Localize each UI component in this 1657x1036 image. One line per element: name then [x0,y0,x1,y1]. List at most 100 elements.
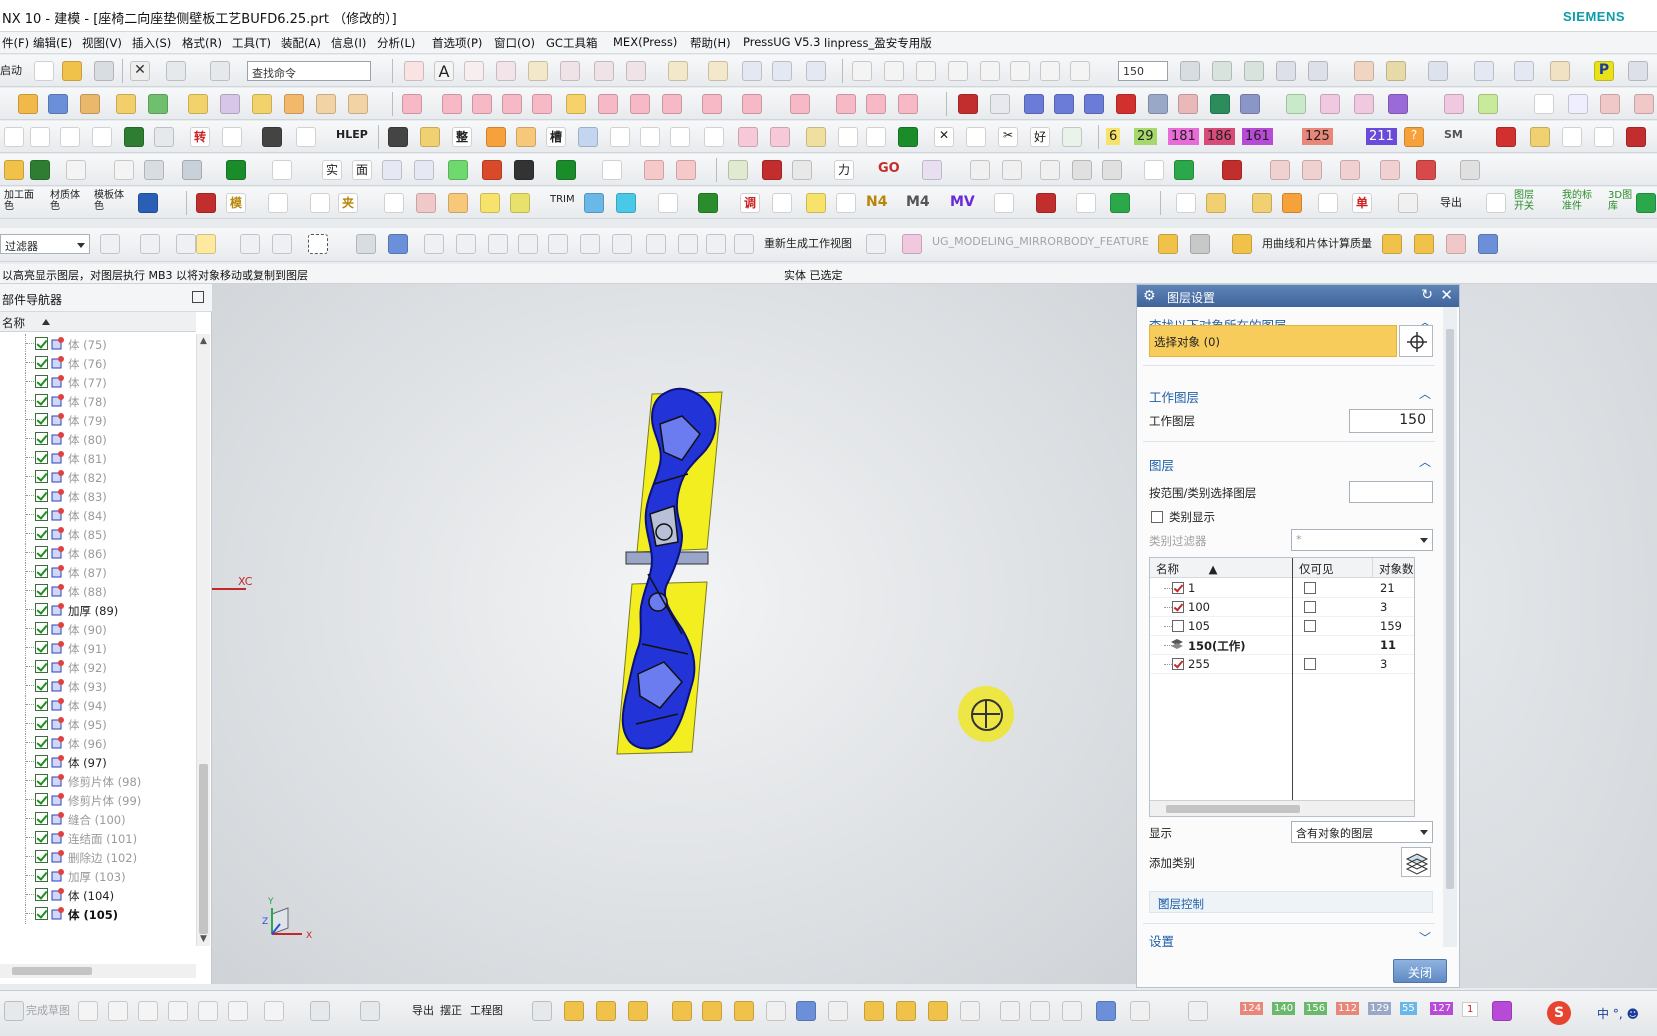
tree-row[interactable]: 体 (76) [0,353,196,373]
height-icon[interactable] [1380,160,1400,180]
knife-icon[interactable] [310,193,330,213]
clear-icon[interactable] [866,127,886,147]
display-icon[interactable] [676,160,696,180]
visibility-checkbox[interactable] [35,698,48,711]
chevron-up-icon[interactable]: ︿ [1419,453,1431,470]
process-color-button[interactable]: 加工面色 [4,190,36,212]
sketch-icon[interactable] [66,160,86,180]
help-icon[interactable]: ? [1404,127,1424,147]
arc-tool-icon[interactable] [138,1001,158,1021]
menu-view[interactable]: 视图(V) [82,35,122,51]
blue-tool-icon[interactable] [1478,234,1498,254]
type-filter-combo[interactable]: 过滤器 [0,234,90,254]
cube-icon[interactable] [516,127,536,147]
snap-mid-icon[interactable] [456,234,476,254]
ime-status[interactable]: 中 °, ☻ [1597,1005,1639,1022]
crosshair-select-button[interactable] [1399,325,1433,357]
yellow-sheet-icon[interactable] [1382,234,1402,254]
wave-icon[interactable] [864,1001,884,1021]
force-icon[interactable]: 力 [834,160,854,180]
num-186-button[interactable]: 186 [1204,128,1235,145]
assembly-add-icon[interactable] [596,1001,616,1021]
mirror-feature-button[interactable]: UG_MODELING_MIRRORBODY_FEATURE [932,235,1149,248]
red-tool-icon[interactable] [762,160,782,180]
close-icon[interactable]: ✕ [1440,286,1453,304]
layer-row[interactable]: 1 21 [1150,579,1414,598]
block-icon[interactable] [80,94,100,114]
visibility-checkbox[interactable] [35,679,48,692]
mold-table-icon[interactable] [990,94,1010,114]
screw-icon[interactable] [610,127,630,147]
tree-row[interactable]: 修剪片体 (99) [0,790,196,810]
chevron-up-icon[interactable]: ︿ [1419,385,1431,402]
menu-pressug[interactable]: PressUG V5.3 [743,35,820,49]
bolt-icon[interactable] [1084,94,1104,114]
green-chart-icon[interactable] [698,193,718,213]
bridge-curve-icon[interactable] [594,61,614,81]
green-flag-icon[interactable] [226,160,246,180]
corner-tool-icon[interactable] [1102,160,1122,180]
assembly-new-icon[interactable] [628,1001,648,1021]
figure-icon[interactable] [1252,193,1272,213]
point-tool-icon[interactable] [228,1001,248,1021]
tree-row[interactable]: 修剪片体 (98) [0,771,196,791]
red-block-icon[interactable] [196,193,216,213]
num-125-button[interactable]: 125 [1302,128,1333,145]
cursor-select-icon[interactable] [196,234,216,254]
nitrogen-icon[interactable] [1178,94,1198,114]
tree-row[interactable]: 体 (91) [0,638,196,658]
mass-icon[interactable] [1232,234,1252,254]
thickness-icon[interactable] [644,160,664,180]
wave-link-icon[interactable] [896,1001,916,1021]
p-icon[interactable]: P [1594,61,1614,81]
pattern-icon[interactable] [598,94,618,114]
unfold-icon[interactable] [1478,94,1498,114]
guide-icon[interactable] [1240,94,1260,114]
redo-icon[interactable] [210,61,230,81]
clamp-icon[interactable]: 夹 [338,193,358,213]
menu-edit[interactable]: 编辑(E) [33,35,72,51]
line-tool-icon[interactable] [108,1001,128,1021]
curve-edit-icon[interactable] [1040,61,1060,81]
red-frame-icon[interactable] [1626,127,1646,147]
rib-icon[interactable] [316,94,336,114]
standard-parts-button[interactable]: 我的标准件 [1562,190,1596,212]
settings-section-title[interactable]: 设置 [1149,931,1174,950]
sheet-tool-icon[interactable] [384,193,404,213]
extract-curve-icon[interactable] [668,61,688,81]
visibility-checkbox[interactable] [35,394,48,407]
snap-plus-icon[interactable] [678,234,698,254]
slab-icon[interactable] [448,193,468,213]
cube-blue-icon[interactable] [48,94,68,114]
tree-row[interactable]: 体 (80) [0,429,196,449]
menu-file[interactable]: 件(F) [2,35,29,51]
tree-row[interactable]: 体 (83) [0,486,196,506]
box-tool-icon[interactable] [960,1001,980,1021]
object-count-header[interactable]: 对象数 [1372,558,1414,578]
menu-preferences[interactable]: 首选项(P) [432,35,482,51]
pink-tool-icon[interactable] [770,127,790,147]
visible-only-checkbox[interactable] [1304,620,1316,632]
gray-circle-icon[interactable] [1072,160,1092,180]
scroll-thumb[interactable] [199,764,208,934]
tree-row[interactable]: 体 (87) [0,562,196,582]
move-icon[interactable] [1428,61,1448,81]
visibility-checkbox[interactable] [35,603,48,616]
layer-switch-button[interactable]: 图层开关 [1514,190,1542,212]
ruler-icon[interactable] [1514,61,1534,81]
drawer-icon[interactable] [578,127,598,147]
hand-step-icon[interactable] [1318,193,1338,213]
tree-row[interactable]: 体 (97) [0,752,196,772]
project-curve-icon[interactable] [626,61,646,81]
layer-124-button[interactable]: 124 [1240,1002,1264,1015]
snap-line-icon[interactable] [706,234,726,254]
visibility-checkbox[interactable] [35,375,48,388]
library-icon[interactable] [1388,94,1408,114]
delete-face-icon[interactable] [702,94,722,114]
initial-icon[interactable] [1340,160,1360,180]
tree-row[interactable]: 加厚 (103) [0,866,196,886]
hide-line-icon[interactable] [922,160,942,180]
tree-row[interactable]: 体 (90) [0,619,196,639]
ime-logo-icon[interactable]: S [1547,1001,1571,1025]
sketch-finish-icon[interactable] [4,1001,24,1021]
